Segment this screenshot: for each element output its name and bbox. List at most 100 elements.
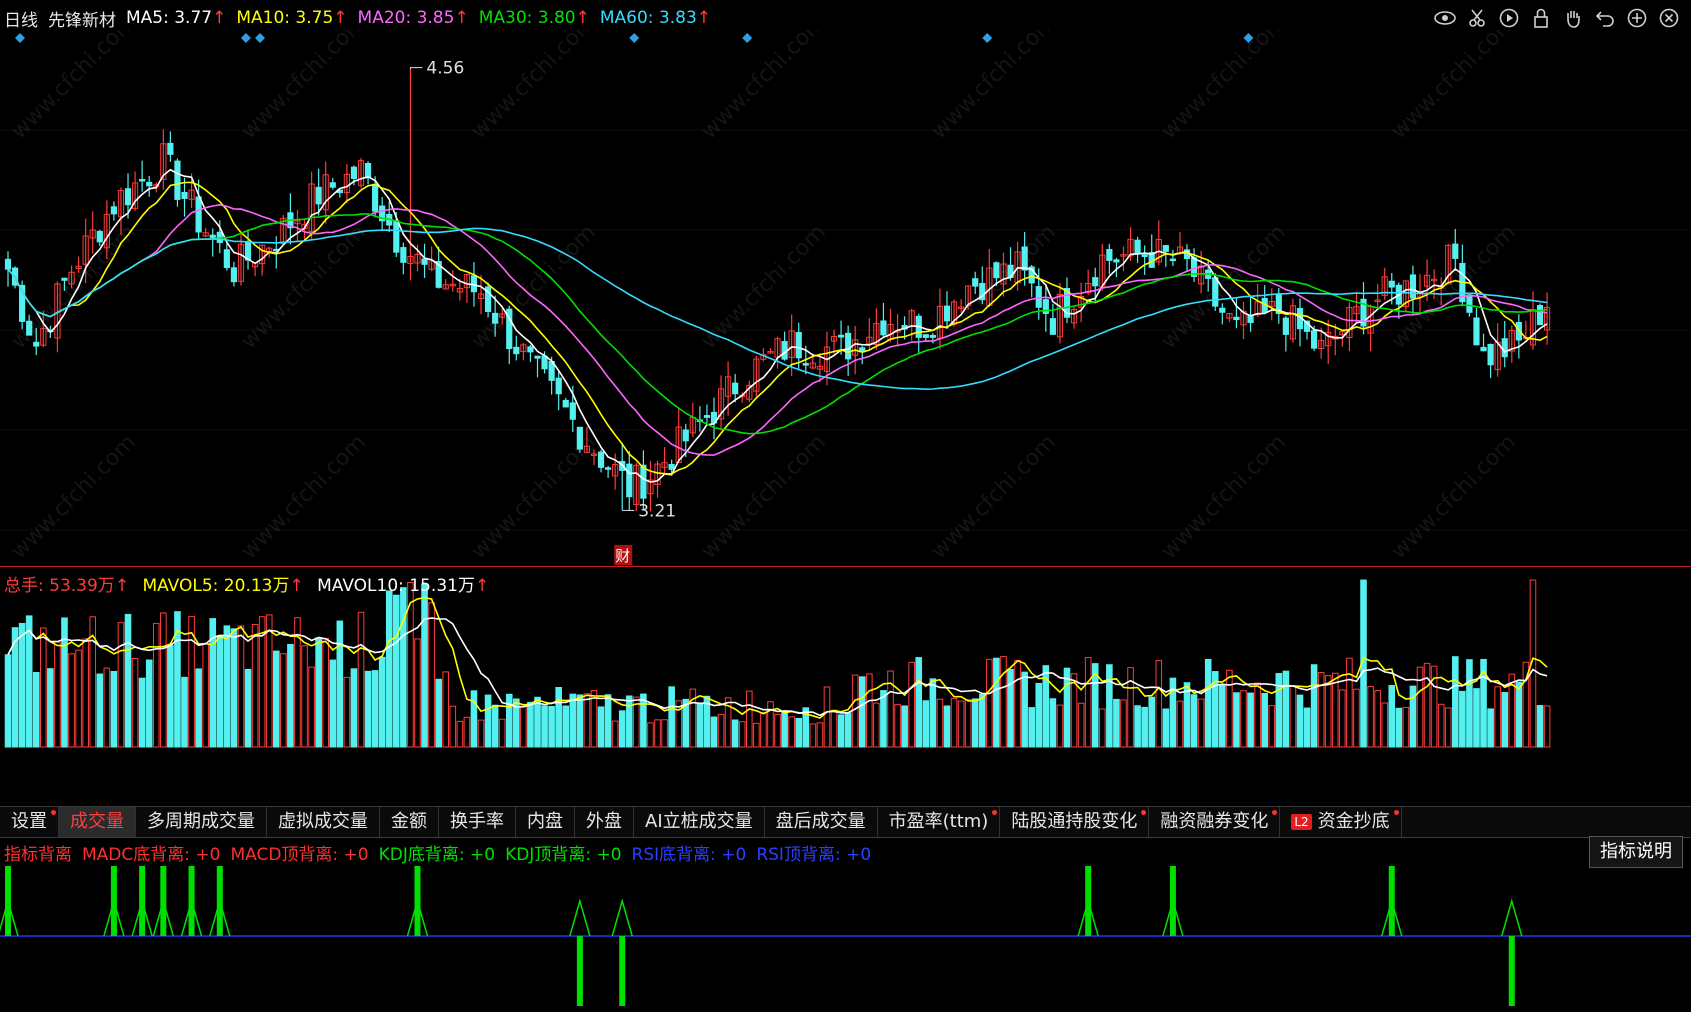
candle-body [230, 267, 238, 283]
volume-bar [435, 678, 442, 748]
watermark-text: www.cfchi.com [697, 30, 831, 144]
volume-chart[interactable] [0, 567, 1691, 807]
volume-bar [1346, 657, 1353, 748]
candle-body [350, 166, 358, 179]
volume-bar [336, 620, 344, 748]
candle-body [372, 183, 379, 212]
tab-2[interactable]: 多周期成交量 [136, 807, 267, 837]
volume-bar [576, 694, 584, 748]
volume-bar [442, 671, 450, 748]
candle-body [1466, 294, 1473, 313]
tab-12[interactable]: 融资融券变化 [1149, 807, 1281, 837]
volume-bar [922, 700, 930, 748]
tab-13[interactable]: L2 资金抄底 [1280, 807, 1402, 837]
candle-body [96, 230, 103, 243]
candle-body [26, 320, 33, 336]
tab-11[interactable]: 陆股通持股变化 [1000, 807, 1150, 837]
volume-bar [456, 720, 464, 748]
candle-body [124, 188, 132, 206]
volume-bar [1282, 670, 1290, 748]
volume-bar [1487, 708, 1494, 748]
tab-5[interactable]: 换手率 [439, 807, 516, 837]
undo-icon[interactable] [1593, 6, 1617, 30]
period-label[interactable]: 日线 [4, 6, 38, 31]
tab-7[interactable]: 外盘 [575, 807, 634, 837]
zoom-in-icon[interactable] [1625, 6, 1649, 30]
stock-name: 先锋新材 [48, 10, 116, 31]
candle-body [837, 334, 845, 338]
tab-9[interactable]: 盘后成交量 [765, 807, 878, 837]
divergence-indicator-panel[interactable]: 指标背离 MADC底背离: +0 MACD顶背离: +0 KDJ底背离: +0 KDJ顶… [0, 836, 1691, 1012]
volume-bar [463, 716, 471, 748]
tab-label: 资金抄底 [1317, 811, 1390, 832]
candle-body [364, 162, 372, 179]
volume-bar [1543, 705, 1551, 748]
volume-bar [244, 668, 252, 748]
volume-bar [75, 649, 82, 748]
candlestick-chart[interactable]: www.cfchi.com www.cfchi.com www.cfchi.com w… [0, 30, 1691, 566]
volume-bar [315, 637, 322, 748]
volume-bar [583, 693, 591, 748]
candle-body [400, 247, 407, 263]
volume-bar [32, 671, 40, 748]
watermark-text: www.cfchi.com [927, 430, 1061, 564]
l2-badge: L2 [1291, 814, 1312, 830]
volume-bar [1494, 686, 1501, 748]
volume-bar [1226, 669, 1233, 748]
candle-body [943, 305, 951, 322]
tab-3[interactable]: 虚拟成交量 [267, 807, 380, 837]
candle-body [576, 426, 583, 450]
event-marker-diamond [255, 33, 266, 43]
eye-icon[interactable] [1433, 6, 1457, 30]
volume-bar [1296, 694, 1304, 748]
volume-bar [1367, 686, 1374, 748]
volume-bar [1374, 690, 1381, 748]
candle-body [195, 196, 202, 233]
candlestick-panel[interactable]: www.cfchi.com www.cfchi.com www.cfchi.com w… [0, 30, 1691, 566]
volume-bar [223, 625, 231, 748]
volume-bar [265, 614, 273, 748]
volume-bar [216, 635, 224, 748]
volume-bar [1437, 703, 1445, 748]
tab-6[interactable]: 内盘 [516, 807, 575, 837]
lock-icon[interactable] [1529, 6, 1553, 30]
volume-bar [1324, 675, 1332, 748]
volume-bar [230, 628, 238, 748]
tab-label: 陆股通持股变化 [1011, 811, 1138, 832]
volume-bar [597, 706, 605, 748]
volume-bar [505, 693, 513, 748]
candle-body [929, 334, 936, 338]
candle-body [802, 363, 809, 366]
notification-dot [1272, 810, 1278, 815]
indicator-legend: 指标背离 MADC底背离: +0 MACD顶背离: +0 KDJ底背离: +0 KDJ顶… [4, 840, 871, 865]
close-icon[interactable] [1657, 6, 1681, 30]
volume-bar [498, 718, 506, 748]
candle-body [421, 258, 428, 265]
watermark-text: www.cfchi.com [467, 430, 601, 564]
volume-bar [1402, 706, 1410, 748]
volume-bar [364, 670, 372, 748]
tab-1[interactable]: 成交量 [59, 807, 136, 837]
volume-bar [809, 723, 817, 748]
volume-panel[interactable]: 总手: 53.39万↑ MAVOL5: 20.13万↑ MAVOL10: 15.… [0, 566, 1691, 807]
tab-10[interactable]: 市盈率(ttm) [878, 807, 1001, 837]
volume-bar [978, 693, 986, 748]
tab-8[interactable]: AI立桩成交量 [634, 807, 765, 837]
volume-bar [929, 678, 937, 748]
watermark-text: www.cfchi.com [1157, 220, 1291, 354]
indicator-help-button[interactable]: 指标说明 [1589, 836, 1683, 868]
tab-0[interactable]: 设置 [0, 807, 59, 837]
volume-bar [491, 704, 499, 748]
scissors-icon[interactable] [1465, 6, 1489, 30]
tab-4[interactable]: 金额 [380, 807, 439, 837]
candle-body [146, 181, 153, 187]
volume-bar [753, 722, 760, 748]
volume-bar [767, 701, 774, 748]
tab-label: 虚拟成交量 [278, 811, 368, 832]
notification-dot [1393, 810, 1399, 815]
volume-bar [1339, 689, 1346, 748]
candle-body [1480, 346, 1487, 352]
volume-bar [1459, 690, 1466, 748]
play-icon[interactable] [1497, 6, 1521, 30]
hand-icon[interactable] [1561, 6, 1585, 30]
